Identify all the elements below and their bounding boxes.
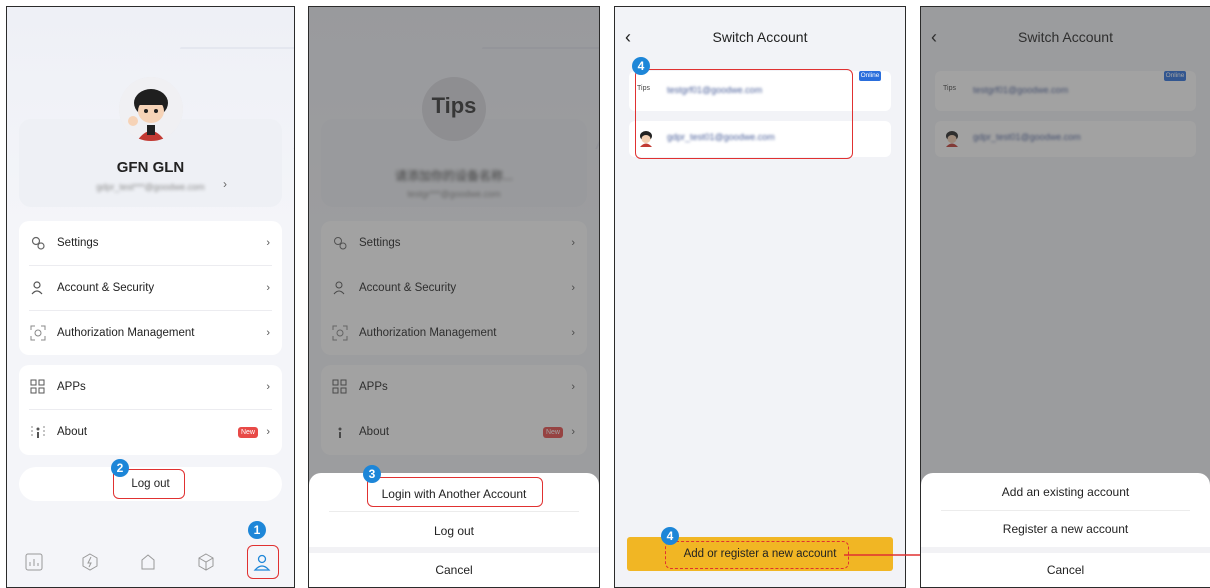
highlight-add-account: [665, 541, 849, 569]
page-title: Switch Account: [712, 29, 808, 45]
highlight-accounts: [635, 69, 853, 159]
register-new-account-option[interactable]: Register a new account: [921, 510, 1210, 548]
bottom-tab-bar: [7, 541, 294, 587]
menu-label: Account & Security: [57, 282, 155, 294]
cancel-option[interactable]: Cancel: [309, 553, 599, 587]
user-icon: [29, 279, 47, 297]
add-existing-account-option[interactable]: Add an existing account: [921, 473, 1210, 511]
menu-label: Settings: [57, 237, 99, 249]
chevron-right-icon: ›: [266, 327, 270, 339]
menu-label: About: [57, 426, 88, 438]
chevron-right-icon: ›: [266, 237, 270, 249]
chevron-right-icon: ›: [266, 282, 270, 294]
menu-item-account-security[interactable]: Account & Security ›: [19, 266, 282, 310]
menu-item-authorization[interactable]: Authorization Management ›: [19, 311, 282, 355]
logout-option[interactable]: Log out: [309, 512, 599, 550]
settings-group: Settings › Account & Security › Authoriz…: [19, 221, 282, 355]
new-badge: New: [238, 426, 258, 438]
menu-item-apps[interactable]: APPs ›: [19, 365, 282, 409]
menu-label: APPs: [57, 381, 86, 393]
chart-icon[interactable]: [25, 553, 43, 571]
chevron-right-icon[interactable]: ›: [223, 177, 227, 191]
step-marker-4b: 4: [661, 527, 679, 545]
chevron-right-icon: ›: [266, 426, 270, 438]
profile-name: GFN GLN: [116, 159, 185, 176]
online-badge: Online: [859, 71, 881, 81]
screen-add-account-sheet: ‹ Switch Account Tips testgrf01@goodwe.c…: [920, 6, 1210, 588]
highlight-profile-tab: [247, 545, 279, 579]
cancel-option[interactable]: Cancel: [921, 553, 1210, 587]
step-marker-3: 3: [363, 465, 381, 483]
step-marker-4: 4: [632, 57, 650, 75]
action-sheet: Add an existing account Register a new a…: [921, 473, 1210, 587]
info-icon: [29, 423, 47, 441]
step-marker-2: 2: [111, 459, 129, 477]
screen-profile: GFN GLN gdpr_test***@goodwe.com › Settin…: [6, 6, 295, 588]
screen-switch-account: ‹ Switch Account Tips testgrf01@goodwe.c…: [614, 6, 906, 588]
apps-grid-icon: [29, 378, 47, 396]
home-icon[interactable]: [139, 553, 157, 571]
menu-label: Authorization Management: [57, 327, 195, 339]
step-marker-1: 1: [248, 521, 266, 539]
profile-email: gdpr_test***@goodwe.com: [96, 182, 205, 192]
highlight-login-another: [367, 477, 543, 507]
chevron-right-icon: ›: [266, 381, 270, 393]
bolt-icon[interactable]: [81, 553, 99, 571]
apps-group: APPs › About New ›: [19, 365, 282, 455]
face-scan-icon: [29, 324, 47, 342]
user-avatar[interactable]: [119, 77, 183, 141]
box-icon[interactable]: [197, 553, 215, 571]
screen-logout-sheet: Tips 请添加你的设备名称... testgr***@goodwe.com S…: [308, 6, 600, 588]
settings-gear-icon: [29, 234, 47, 252]
menu-item-settings[interactable]: Settings ›: [19, 221, 282, 265]
menu-item-about[interactable]: About New ›: [19, 410, 282, 454]
